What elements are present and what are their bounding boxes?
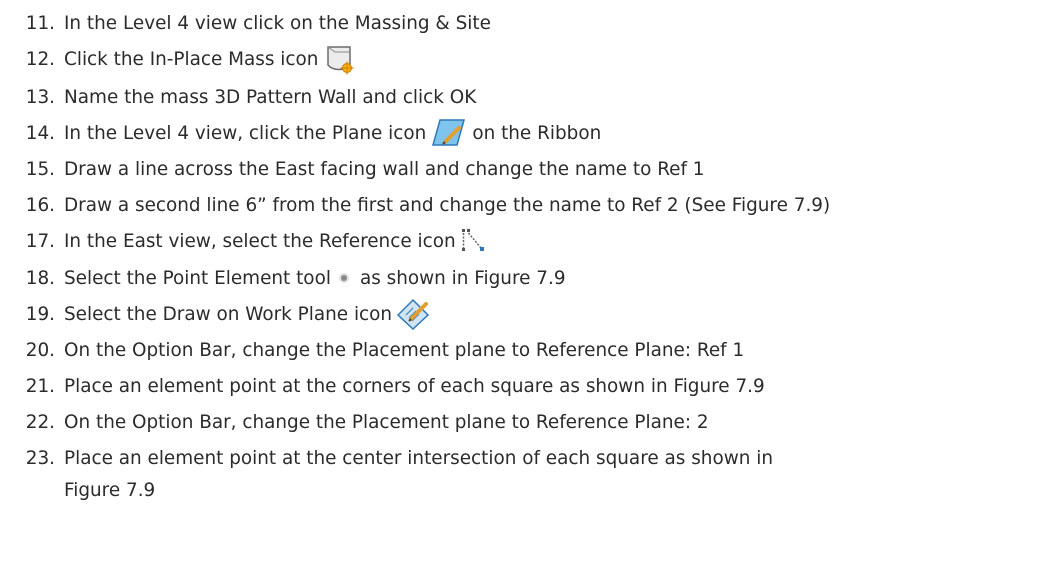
step-text: Place an element point at the corners of… <box>64 375 765 397</box>
step-text: Draw a second line 6” from the first and… <box>64 194 831 216</box>
step-text: Draw a line across the East facing wall … <box>64 158 705 180</box>
step-number: 18. <box>25 267 55 289</box>
step-number: 12. <box>25 48 55 70</box>
step-number: 16. <box>25 194 55 216</box>
in-place-mass-icon <box>323 43 355 75</box>
step-22: 22. On the Option Bar, change the Placem… <box>0 405 709 439</box>
step-text: Place an element point at the center int… <box>64 447 773 469</box>
step-18: 18. Select the Point Element tool as sho… <box>0 261 566 295</box>
step-text: Name the mass 3D Pattern Wall and click … <box>64 86 477 108</box>
step-21: 21. Place an element point at the corner… <box>0 369 765 403</box>
step-number: 21. <box>25 375 55 397</box>
step-23: 23. Place an element point at the center… <box>0 441 773 475</box>
step-text: In the East view, select the Reference i… <box>64 230 456 252</box>
step-11: 11. In the Level 4 view click on the Mas… <box>0 6 491 40</box>
step-19: 19. Select the Draw on Work Plane icon <box>0 297 431 331</box>
step-17: 17. In the East view, select the Referen… <box>0 224 485 258</box>
step-text: Click the In-Place Mass icon <box>64 48 319 70</box>
step-12: 12. Click the In-Place Mass icon <box>0 42 355 76</box>
step-text-after: on the Ribbon <box>472 122 602 144</box>
point-element-icon <box>336 270 352 286</box>
step-23-continuation: Figure 7.9 <box>64 479 156 501</box>
reference-icon <box>461 228 485 254</box>
step-text: Select the Draw on Work Plane icon <box>64 303 393 325</box>
step-text: In the Level 4 view, click the Plane ico… <box>64 122 427 144</box>
instruction-list: 11. In the Level 4 view click on the Mas… <box>0 0 1052 570</box>
step-number: 19. <box>25 303 55 325</box>
step-number: 17. <box>25 230 55 252</box>
step-number: 13. <box>25 86 55 108</box>
step-number: 20. <box>25 339 55 361</box>
step-14: 14. In the Level 4 view, click the Plane… <box>0 116 601 150</box>
draw-on-work-plane-icon <box>397 298 431 330</box>
step-number: 23. <box>25 447 55 469</box>
step-text: In the Level 4 view click on the Massing… <box>64 12 491 34</box>
step-text: On the Option Bar, change the Placement … <box>64 411 709 433</box>
step-number: 14. <box>25 122 55 144</box>
step-20: 20. On the Option Bar, change the Placem… <box>0 333 744 367</box>
step-text: Select the Point Element tool <box>64 267 331 289</box>
step-text: On the Option Bar, change the Placement … <box>64 339 745 361</box>
plane-icon <box>431 118 467 148</box>
step-number: 11. <box>25 12 55 34</box>
step-15: 15. Draw a line across the East facing w… <box>0 152 705 186</box>
step-number: 22. <box>25 411 55 433</box>
step-number: 15. <box>25 158 55 180</box>
step-16: 16. Draw a second line 6” from the first… <box>0 188 830 222</box>
step-13: 13. Name the mass 3D Pattern Wall and cl… <box>0 80 477 114</box>
step-text-after: as shown in Figure 7.9 <box>359 267 566 289</box>
